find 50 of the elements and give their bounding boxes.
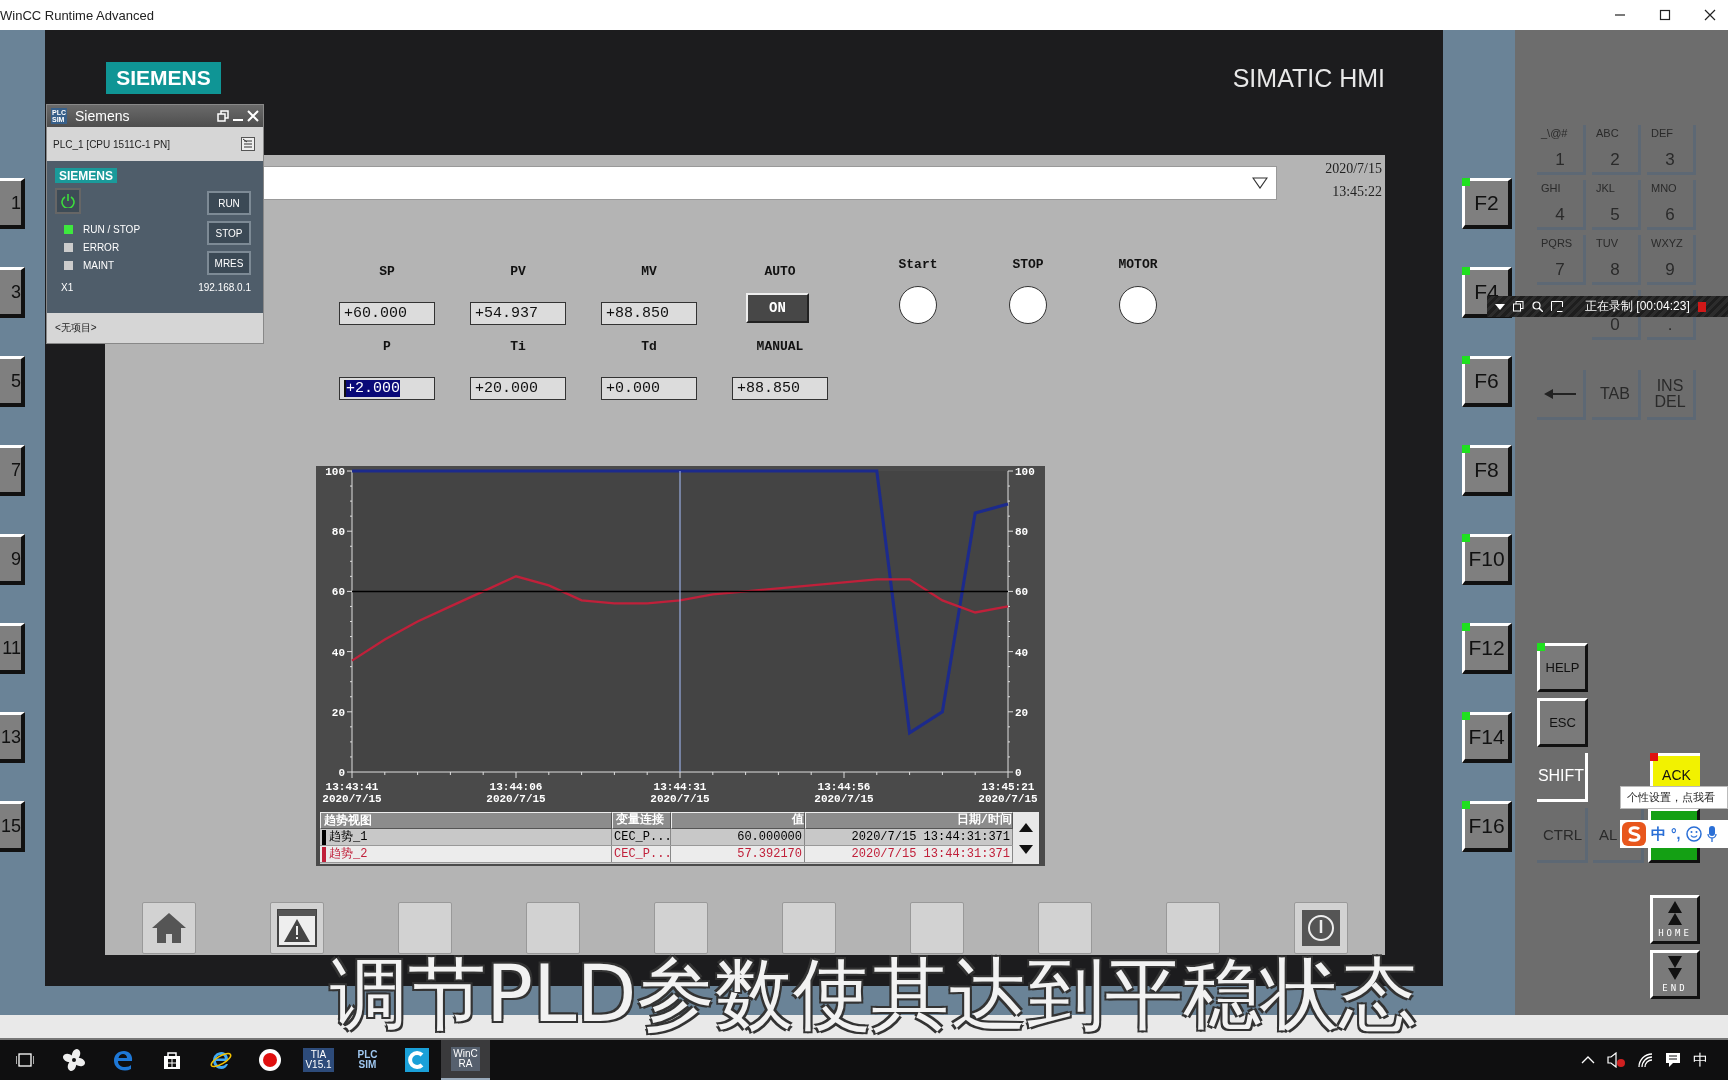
- axis-label: 80: [1015, 526, 1029, 539]
- axis-label: 0: [338, 767, 345, 779]
- table-cell: 趋势_2: [329, 846, 368, 862]
- axis-label: 13:43:41 2020/7/15: [322, 781, 382, 805]
- field-label: Ti: [509, 339, 527, 355]
- field-label: PV: [509, 264, 527, 280]
- axis-label: 60: [331, 586, 345, 599]
- model-label: SIMATIC HMI: [1232, 64, 1385, 93]
- axis-label: 13:44:31 2020/7/15: [650, 781, 710, 805]
- field-label: SP: [378, 264, 396, 280]
- device-label: PLC_1 [CPU 1511C-1 PN]: [53, 138, 171, 150]
- axis-label: 13:44:06 2020/7/15: [486, 781, 546, 805]
- field-label: AUTO: [763, 264, 797, 280]
- table-cell: 57.392170: [671, 846, 805, 862]
- field-label: P: [382, 339, 392, 355]
- axis-label: 13:44:56 2020/7/15: [814, 781, 874, 805]
- indicator-label: Start: [898, 257, 938, 273]
- table-cell: CEC_P...: [612, 846, 671, 862]
- recording-status: 正在录制 [00:04:23]: [1585, 298, 1690, 315]
- table-cell: 趋势_1: [329, 829, 368, 845]
- window-title: WinCC Runtime Advanced: [0, 7, 155, 23]
- tooltip: 个性设置，点我看: [1620, 786, 1728, 809]
- status-label: ERROR: [83, 241, 120, 253]
- interface-label: X1: [61, 282, 74, 293]
- status-label: MAINT: [83, 259, 115, 271]
- window-title: Siemens: [75, 108, 131, 124]
- table-cell: CEC_P...: [612, 829, 671, 845]
- indicator-label: STOP: [1012, 257, 1044, 273]
- axis-label: 13:45:21 2020/7/15: [978, 781, 1038, 805]
- field-label: MANUAL: [755, 339, 805, 355]
- axis-label: 40: [1015, 646, 1029, 659]
- axis-label: 80: [331, 526, 345, 539]
- status-label: RUN / STOP: [83, 223, 141, 235]
- axis-label: 20: [1015, 706, 1029, 719]
- axis-label: 0: [1015, 767, 1022, 779]
- axis-label: 60: [1015, 586, 1029, 599]
- brand-logo: SIEMENS: [55, 168, 117, 183]
- axis-label: 20: [331, 706, 345, 719]
- ip-address: 192.168.0.1: [198, 282, 251, 293]
- axis-label: 40: [331, 646, 345, 659]
- axis-label: 100: [1015, 466, 1035, 478]
- time-text: 13:45:22: [1332, 184, 1382, 200]
- date-text: 2020/7/15: [1325, 161, 1382, 177]
- indicator-label: MOTOR: [1118, 257, 1158, 273]
- project-label: <无项目>: [55, 321, 97, 335]
- axis-label: 100: [325, 466, 345, 478]
- table-cell: 60.000000: [671, 829, 805, 845]
- field-label: Td: [640, 339, 658, 355]
- brand-logo: SIEMENS: [106, 62, 221, 94]
- field-label: MV: [640, 264, 658, 280]
